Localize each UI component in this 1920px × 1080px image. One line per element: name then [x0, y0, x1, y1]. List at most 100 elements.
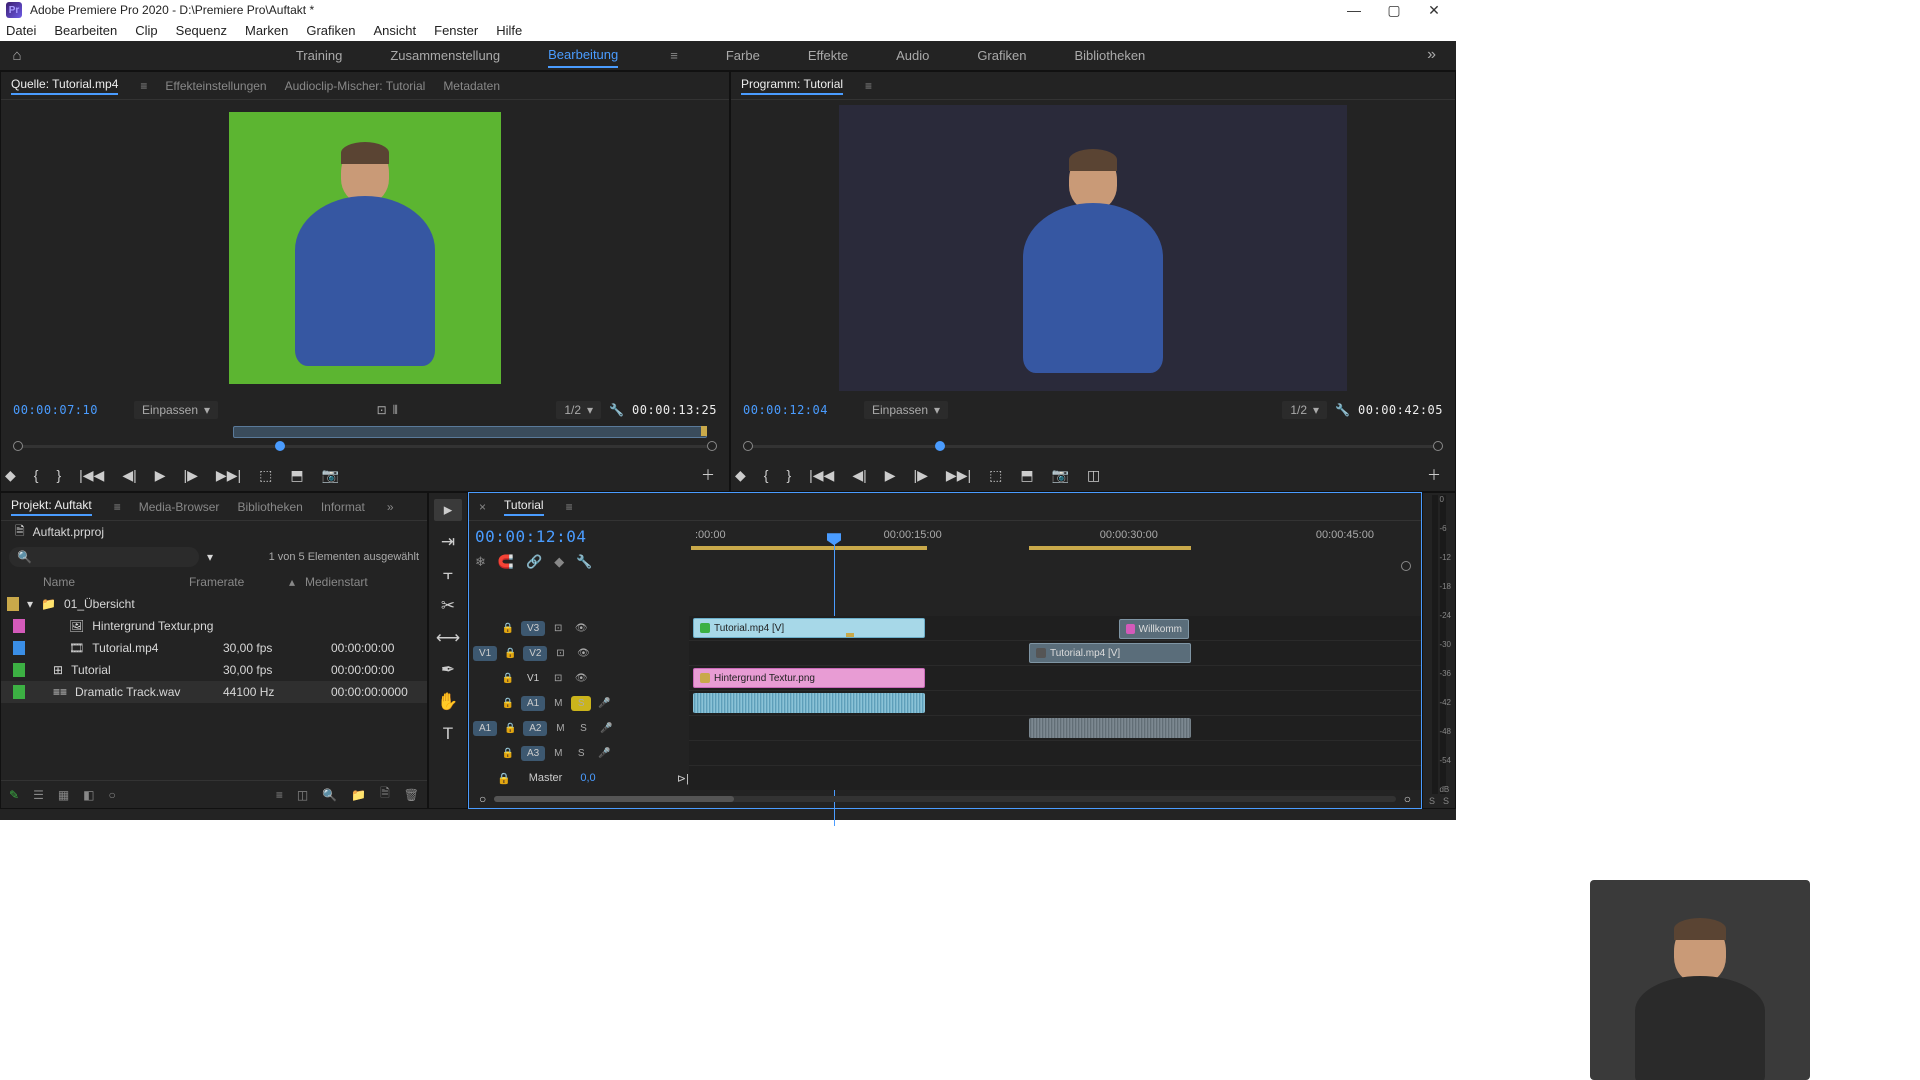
- maximize-button[interactable]: ▢: [1378, 0, 1410, 20]
- goto-out-icon[interactable]: ▶▶|: [216, 467, 241, 484]
- ws-grafiken[interactable]: Grafiken: [977, 48, 1026, 63]
- source-monitor[interactable]: [5, 100, 725, 396]
- tab-program-menu-icon[interactable]: ≡: [865, 79, 872, 93]
- tab-source[interactable]: Quelle: Tutorial.mp4: [11, 77, 118, 95]
- timeline-settings-icon[interactable]: 🔧: [576, 554, 592, 570]
- track-header-a1[interactable]: 🔒 A1MS🎤: [469, 691, 689, 716]
- source-fit-dropdown[interactable]: Einpassen▾: [134, 401, 218, 419]
- play-icon[interactable]: ▶: [155, 467, 166, 484]
- mic-icon[interactable]: 🎤: [594, 698, 614, 709]
- delete-icon[interactable]: 🗑: [404, 788, 419, 802]
- automate-icon[interactable]: ◫: [297, 788, 308, 802]
- selection-tool-icon[interactable]: ▸: [434, 499, 462, 521]
- menu-clip[interactable]: Clip: [135, 23, 157, 38]
- step-forward-icon[interactable]: |▶: [184, 467, 198, 484]
- ws-training[interactable]: Training: [296, 48, 342, 63]
- menu-sequenz[interactable]: Sequenz: [176, 23, 227, 38]
- tab-project-menu-icon[interactable]: ≡: [114, 500, 121, 514]
- filter-icon[interactable]: ▾: [207, 550, 213, 564]
- source-timecode-current[interactable]: 00:00:07:10: [13, 403, 98, 417]
- tab-source-menu-icon[interactable]: ≡: [140, 79, 147, 93]
- ws-bibliotheken[interactable]: Bibliotheken: [1074, 48, 1145, 63]
- tab-libraries[interactable]: Bibliotheken: [237, 500, 302, 514]
- menu-grafiken[interactable]: Grafiken: [306, 23, 355, 38]
- project-item-video[interactable]: 🎞Tutorial.mp4 30,00 fps00:00:00:00: [1, 637, 427, 659]
- export-frame-icon[interactable]: 📷: [322, 467, 339, 484]
- mark-in-icon[interactable]: {: [34, 467, 39, 483]
- icon-view-icon[interactable]: ▦: [58, 788, 69, 802]
- sync-lock-icon[interactable]: ⊡: [548, 623, 568, 634]
- slip-tool-icon[interactable]: ⟷: [434, 627, 462, 649]
- razor-tool-icon[interactable]: ✂: [434, 595, 462, 617]
- eye-icon[interactable]: 👁: [573, 648, 593, 659]
- clip-v1[interactable]: Hintergrund Textur.png: [693, 668, 925, 688]
- lock-icon[interactable]: 🔒: [498, 748, 518, 759]
- pen-tool-icon[interactable]: ✒: [434, 659, 462, 681]
- lock-icon[interactable]: 🔒: [497, 772, 511, 785]
- track-header-v1[interactable]: 🔒 V1⊡👁: [469, 666, 689, 691]
- step-forward-icon[interactable]: |▶: [914, 467, 928, 484]
- program-settings-icon[interactable]: 🔧: [1335, 403, 1350, 417]
- lock-icon[interactable]: 🔒: [498, 698, 518, 709]
- lock-icon[interactable]: 🔒: [500, 723, 520, 734]
- project-search-input[interactable]: 🔍: [9, 547, 199, 567]
- menu-marken[interactable]: Marken: [245, 23, 288, 38]
- new-bin-icon[interactable]: 📁: [351, 788, 366, 802]
- sync-lock-icon[interactable]: ⊡: [548, 673, 568, 684]
- tab-project[interactable]: Projekt: Auftakt: [11, 498, 92, 516]
- source-zoom-dropdown[interactable]: 1/2▾: [556, 401, 601, 419]
- hand-tool-icon[interactable]: ✋: [434, 691, 462, 713]
- marker-icon[interactable]: ◆: [5, 467, 16, 484]
- sync-lock-icon[interactable]: ⊡: [550, 648, 570, 659]
- snap-icon[interactable]: 🧲: [498, 554, 514, 570]
- find-icon[interactable]: 🔍: [322, 788, 337, 802]
- track-header-a3[interactable]: 🔒 A3MS🎤: [469, 741, 689, 766]
- project-item-sequence[interactable]: ⊞Tutorial 30,00 fps00:00:00:00: [1, 659, 427, 681]
- timeline-timecode[interactable]: 00:00:12:04: [475, 527, 683, 546]
- expand-icon[interactable]: ⊳|: [677, 772, 689, 785]
- menu-datei[interactable]: Datei: [6, 23, 36, 38]
- ws-farbe[interactable]: Farbe: [726, 48, 760, 63]
- eye-icon[interactable]: 👁: [571, 623, 591, 634]
- ripple-edit-tool-icon[interactable]: ⫟: [434, 563, 462, 585]
- clip-a2[interactable]: [1029, 718, 1191, 738]
- clip-v2-b[interactable]: Willkomm: [1119, 619, 1189, 639]
- extract-icon[interactable]: ⬒: [1020, 467, 1033, 484]
- export-frame-icon[interactable]: 📷: [1052, 467, 1069, 484]
- step-back-icon[interactable]: ◀|: [122, 467, 136, 484]
- new-item-icon[interactable]: 🗎: [380, 784, 390, 805]
- project-item-audio[interactable]: ≡≡Dramatic Track.wav 44100 Hz00:00:00:00…: [1, 681, 427, 703]
- tab-program[interactable]: Programm: Tutorial: [741, 77, 843, 95]
- mark-out-icon[interactable]: }: [56, 467, 61, 483]
- close-tab-icon[interactable]: ×: [479, 500, 486, 514]
- overwrite-icon[interactable]: ⬒: [290, 467, 303, 484]
- timeline-ruler[interactable]: :00:00 00:00:15:00 00:00:30:00 00:00:45:…: [689, 521, 1421, 616]
- overflow-icon[interactable]: »: [387, 500, 394, 514]
- nest-icon[interactable]: ❄: [475, 554, 486, 570]
- marker-icon[interactable]: ◆: [735, 467, 746, 484]
- program-monitor[interactable]: [735, 100, 1451, 396]
- mark-out-icon[interactable]: }: [786, 467, 791, 483]
- ws-audio[interactable]: Audio: [896, 48, 929, 63]
- ws-zusammenstellung[interactable]: Zusammenstellung: [390, 48, 500, 63]
- timeline-zoom-scroll[interactable]: ○○: [469, 790, 1421, 808]
- goto-in-icon[interactable]: |◀◀: [809, 467, 834, 484]
- project-item-bin[interactable]: ▾📁 01_Übersicht: [1, 593, 427, 615]
- button-editor-plus-icon[interactable]: ＋: [701, 465, 725, 485]
- source-settings-icon[interactable]: 🔧: [609, 403, 624, 417]
- home-icon[interactable]: ⌂: [0, 47, 34, 64]
- step-back-icon[interactable]: ◀|: [852, 467, 866, 484]
- tab-metadata[interactable]: Metadaten: [443, 79, 500, 93]
- mic-icon[interactable]: 🎤: [596, 723, 616, 734]
- insert-icon[interactable]: ⬚: [259, 467, 272, 484]
- tab-audio-mixer[interactable]: Audioclip-Mischer: Tutorial: [285, 79, 426, 93]
- type-tool-icon[interactable]: T: [434, 723, 462, 745]
- list-view-icon[interactable]: ☰: [33, 788, 44, 802]
- source-scrubbar[interactable]: [13, 438, 717, 454]
- ws-overflow-icon[interactable]: »: [1407, 46, 1456, 64]
- program-fit-dropdown[interactable]: Einpassen▾: [864, 401, 948, 419]
- new-item-icon[interactable]: ✎: [9, 788, 19, 802]
- linked-selection-icon[interactable]: 🔗: [526, 554, 542, 570]
- lock-icon[interactable]: 🔒: [498, 623, 518, 634]
- tab-info[interactable]: Informat: [321, 500, 365, 514]
